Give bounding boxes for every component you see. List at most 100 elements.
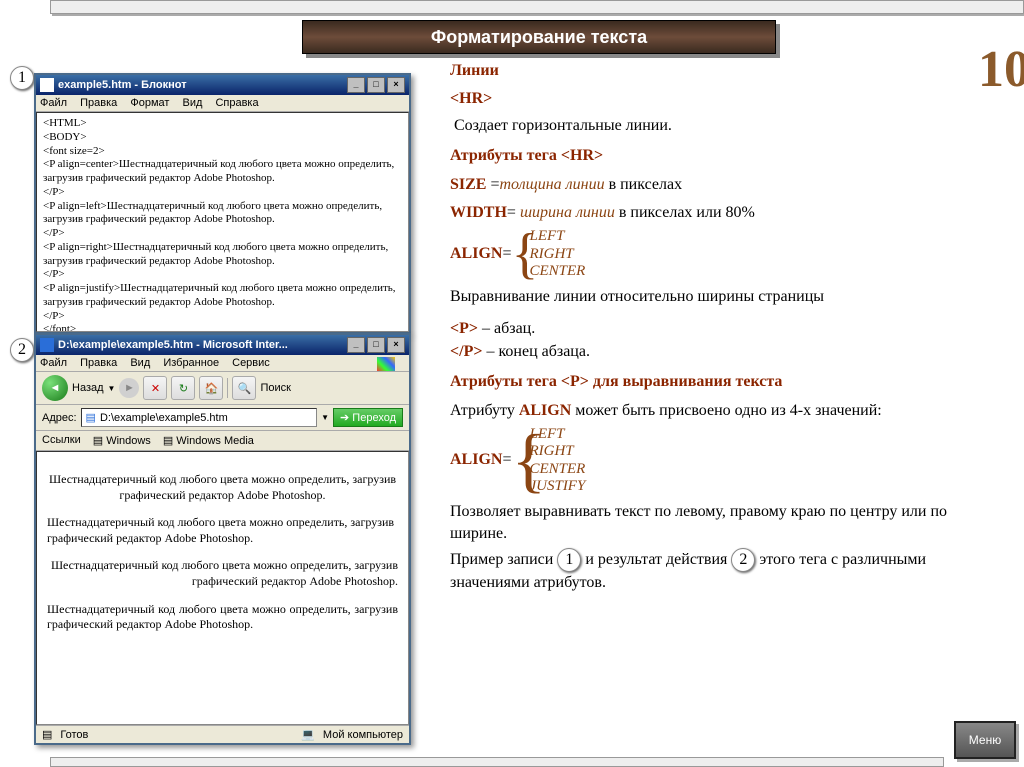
width-desc: ширина линии	[520, 204, 615, 221]
code-line: </P>	[43, 227, 402, 241]
link-windows-media[interactable]: ▤ Windows Media	[163, 434, 254, 447]
align-row-4: ALIGN = { LEFT RIGHT CENTER JUSTIFY	[450, 426, 1000, 495]
ie-viewport: Шестнадцатеричный код любого цвета можно…	[36, 451, 409, 725]
txt: Пример записи	[450, 551, 557, 568]
hr-attrs-heading: Атрибуты тега <HR>	[450, 145, 1000, 167]
render-p-right: Шестнадцатеричный код любого цвета можно…	[47, 558, 398, 589]
brace-icon: {	[511, 426, 525, 495]
notepad-text-area[interactable]: <HTML> <BODY> <font size=2> <P align=cen…	[36, 112, 409, 332]
notepad-title: example5.htm - Блокнот	[58, 79, 187, 91]
address-value: D:\example\example5.htm	[100, 412, 228, 424]
tail1: Позволяет выравнивать текст по левому, п…	[450, 501, 1000, 546]
stop-button[interactable]: ✕	[143, 376, 167, 400]
notepad-menubar: Файл Правка Формат Вид Справка	[36, 95, 409, 112]
ie-menubar: Файл Правка Вид Избранное Сервис	[36, 355, 409, 372]
address-dropdown-icon[interactable]: ▼	[321, 413, 329, 422]
badge-2-left: 2	[10, 338, 34, 362]
ie-links-bar: Ссылки ▤ Windows ▤ Windows Media	[36, 431, 409, 451]
address-label: Адрес:	[42, 412, 77, 424]
code-line: <BODY>	[43, 131, 402, 145]
tail2: Пример записи 1 и результат действия 2 э…	[450, 548, 1000, 594]
hr-tag: <HR>	[450, 88, 1000, 110]
go-label: Переход	[352, 412, 396, 424]
width-row: WIDTH= ширина линии в пикселах или 80%	[450, 202, 1000, 224]
p-close-desc: – конец абзаца.	[482, 343, 590, 360]
p-open-desc: – абзац.	[478, 320, 535, 337]
p-attrs-heading: Атрибуты тега <P> для выравнивания текст…	[450, 371, 1000, 393]
align-kw: ALIGN	[450, 243, 502, 265]
ie-titlebar: D:\example\example5.htm - Microsoft Inte…	[36, 335, 409, 355]
close-button[interactable]: ×	[387, 337, 405, 353]
eq: =	[502, 243, 511, 265]
p-close: </P>	[450, 343, 482, 360]
menu-help[interactable]: Справка	[215, 97, 258, 109]
page-icon: ▤	[86, 411, 96, 424]
notepad-icon	[40, 78, 54, 92]
menu-file[interactable]: Файл	[40, 357, 67, 369]
maximize-button[interactable]: □	[367, 337, 385, 353]
attr-sentence: Атрибуту ALIGN может быть присвоено одно…	[450, 400, 1000, 422]
close-button[interactable]: ×	[387, 77, 405, 93]
size-row: SIZE =толщина линии в пикселах	[450, 174, 1000, 196]
menu-view[interactable]: Вид	[130, 357, 150, 369]
menu-tools[interactable]: Сервис	[232, 357, 270, 369]
menu-format[interactable]: Формат	[130, 97, 169, 109]
go-button[interactable]: ➔ Переход	[333, 408, 403, 427]
link-text: Windows Media	[176, 435, 254, 447]
p-open: <P>	[450, 320, 478, 337]
txt: и результат действия	[585, 551, 731, 568]
home-button[interactable]: 🏠	[199, 376, 223, 400]
eq: =	[486, 176, 499, 193]
align-desc: Выравнивание линии относительно ширины с…	[450, 286, 1000, 308]
back-button[interactable]: ◄	[42, 375, 68, 401]
search-button[interactable]: 🔍	[232, 376, 256, 400]
forward-button[interactable]: ►	[119, 378, 139, 398]
render-p-left: Шестнадцатеричный код любого цвета можно…	[47, 515, 398, 546]
menu-fav[interactable]: Избранное	[163, 357, 219, 369]
menu-edit[interactable]: Правка	[80, 357, 117, 369]
link-windows[interactable]: ▤ Windows	[93, 434, 151, 447]
size-kw: SIZE	[450, 176, 486, 193]
align-row-3: ALIGN = { LEFT RIGHT CENTER	[450, 228, 1000, 280]
menu-view[interactable]: Вид	[182, 97, 202, 109]
align-kw: ALIGN	[519, 402, 571, 419]
doc-content: Линии <HR> Создает горизонтальные линии.…	[450, 60, 1000, 594]
minimize-button[interactable]: _	[347, 77, 365, 93]
status-text: Готов	[60, 729, 88, 741]
top-decor-bar	[50, 0, 1024, 14]
code-line: <P align=center>Шестнадцатеричный код лю…	[43, 158, 402, 186]
address-input[interactable]: ▤ D:\example\example5.htm	[81, 408, 318, 427]
p-close-row: </P> – конец абзаца.	[450, 341, 1000, 363]
link-text: Windows	[106, 435, 151, 447]
dropdown-icon[interactable]: ▼	[108, 384, 116, 393]
code-line: </font>	[43, 323, 402, 332]
width-tail: в пикселах или 80%	[615, 204, 755, 221]
code-line: </P>	[43, 186, 402, 200]
code-line: <P align=justify>Шестнадцатеричный код л…	[43, 282, 402, 310]
code-line: </P>	[43, 268, 402, 282]
ie-nav-toolbar: ◄ Назад ▼ ► ✕ ↻ 🏠 🔍 Поиск	[36, 372, 409, 405]
width-kw: WIDTH	[450, 204, 507, 221]
code-line: <HTML>	[43, 117, 402, 131]
bottom-decor-bar	[50, 757, 944, 767]
p-open-row: <P> – абзац.	[450, 318, 1000, 340]
eq: =	[502, 449, 511, 471]
menu-file[interactable]: Файл	[40, 97, 67, 109]
size-desc: толщина линии	[500, 176, 605, 193]
maximize-button[interactable]: □	[367, 77, 385, 93]
address-bar-row: Адрес: ▤ D:\example\example5.htm ▼ ➔ Пер…	[36, 405, 409, 431]
badge-2-inline: 2	[731, 548, 755, 572]
refresh-button[interactable]: ↻	[171, 376, 195, 400]
back-label: Назад	[72, 382, 104, 394]
menu-edit[interactable]: Правка	[80, 97, 117, 109]
size-tail: в пикселах	[605, 176, 683, 193]
eq: =	[507, 204, 520, 221]
badge-1-left: 1	[10, 66, 34, 90]
minimize-button[interactable]: _	[347, 337, 365, 353]
menu-button[interactable]: Меню	[954, 721, 1016, 759]
windows-flag-icon	[377, 357, 395, 371]
ie-icon	[40, 338, 54, 352]
badge-1-inline: 1	[557, 548, 581, 572]
status-zone: Мой компьютер	[323, 729, 403, 741]
render-p-justify: Шестнадцатеричный код любого цвета можно…	[47, 602, 398, 633]
